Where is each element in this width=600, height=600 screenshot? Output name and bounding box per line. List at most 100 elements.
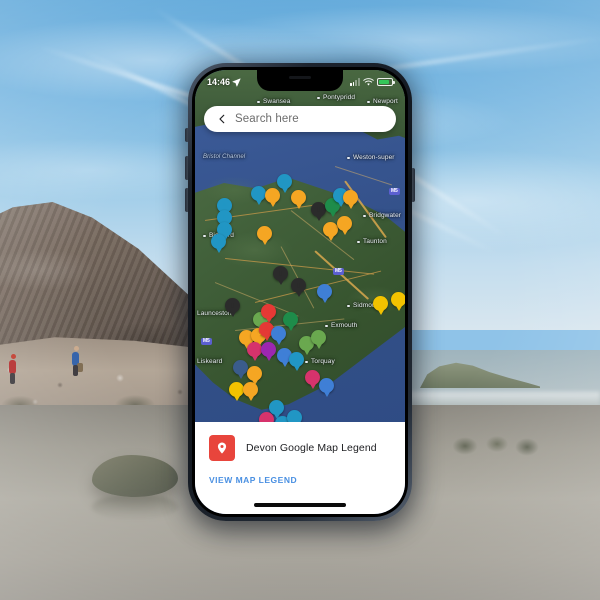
phone-device: M5 M5 M5 Swansea Pontypridd Newport Bristol C… <box>188 63 412 521</box>
map-pin-glyph: ● <box>222 214 227 221</box>
map-pin-glyph: ★ <box>247 386 254 393</box>
map-pin-viewpoint-icon[interactable]: ★ <box>373 296 388 311</box>
map-pin-info-icon[interactable]: i <box>271 326 286 341</box>
map-pin-glyph: ★ <box>261 230 268 237</box>
place-card: Devon Google Map Legend VIEW MAP LEGEND <box>195 422 405 514</box>
status-right <box>349 77 395 87</box>
map-pin-parking-icon[interactable]: P <box>261 342 276 357</box>
battery-charging-icon <box>377 78 395 86</box>
map-label: Taunton <box>357 238 387 245</box>
map-pin-glyph: ✂ <box>309 374 316 381</box>
map-pin-glyph: ★ <box>327 226 334 233</box>
home-indicator[interactable] <box>254 503 346 507</box>
map-pin-glyph: ✂ <box>251 346 258 353</box>
map-pin-shop-icon[interactable]: ⚑ <box>311 330 326 345</box>
map-pin-museum-icon[interactable]: ▮ <box>225 298 240 313</box>
map-label: Bristol Channel <box>203 154 246 160</box>
map-pin-glyph: P <box>266 346 271 353</box>
map-pin-viewpoint-icon[interactable]: ★ <box>391 292 405 307</box>
map-pin-food-icon[interactable]: ✂ <box>247 342 262 357</box>
earpiece-speaker <box>289 76 311 79</box>
map-pin-beach-icon[interactable]: ● <box>317 284 332 299</box>
map-pin-glyph: ⚑ <box>303 340 310 347</box>
map-pin-glyph: ★ <box>269 192 276 199</box>
map-pin-glyph: ★ <box>243 334 250 341</box>
map-pin-beach-icon[interactable]: ● <box>319 378 334 393</box>
map-pin-glyph: ▮ <box>278 270 283 277</box>
map-pin-museum-icon[interactable]: ▮ <box>233 360 248 375</box>
map-pin-museum-icon[interactable]: ▮ <box>291 278 306 293</box>
map-pin-star-icon[interactable]: ★ <box>265 188 280 203</box>
map-pin-glyph: ⚑ <box>287 316 294 323</box>
map-pin-viewpoint-icon[interactable]: Y <box>229 382 244 397</box>
map-pin-glyph: ● <box>292 414 297 421</box>
status-left: 14:46 <box>207 77 241 87</box>
motorway-shield: M5 <box>389 188 400 195</box>
map-pin-surf-icon[interactable]: ⌀ <box>211 234 226 249</box>
view-map-legend-link[interactable]: VIEW MAP LEGEND <box>209 475 405 485</box>
map-pin-glyph: Y <box>234 386 239 393</box>
map-pin-glyph: i <box>277 330 280 337</box>
map-pin-glyph: ★ <box>347 194 354 201</box>
rock-row <box>445 432 555 458</box>
boulder-reflection <box>92 494 178 520</box>
map-label: Newport <box>367 98 398 105</box>
map-pin-walk-icon[interactable]: ⚑ <box>283 312 298 327</box>
map-label: Torquay <box>305 358 335 365</box>
map-label: Exmouth <box>324 322 358 329</box>
search-input[interactable]: Search here <box>235 113 299 125</box>
place-card-title: Devon Google Map Legend <box>246 442 377 454</box>
map-label: Bridgwater <box>362 212 402 219</box>
map-pin-glyph: ⌀ <box>216 238 221 245</box>
map-pin-glyph: ● <box>322 288 327 295</box>
map-pin-star-icon[interactable]: ★ <box>323 222 338 237</box>
map-pin-glyph: ▮ <box>316 206 321 213</box>
map-pin-glyph: ⚠ <box>265 308 272 315</box>
map-pin-glyph: ⛱ <box>220 226 229 233</box>
map-label: Pontypridd <box>316 94 356 101</box>
map-label: Swansea <box>256 98 291 105</box>
notch <box>257 70 343 91</box>
back-chevron-icon[interactable] <box>216 113 228 125</box>
cellular-signal-icon <box>349 78 360 86</box>
map-label: Liskeard <box>197 358 223 365</box>
map-pin-glyph: ⚑ <box>329 202 336 209</box>
map-pin-star-icon[interactable]: ★ <box>257 226 272 241</box>
map-pin-glyph: ⚠ <box>263 326 270 333</box>
map-pin-glyph: ▮ <box>230 302 235 309</box>
status-time: 14:46 <box>207 77 231 87</box>
map-label: Weston-super <box>347 154 395 161</box>
motorway-shield: M5 <box>333 268 344 275</box>
map-pin-star-icon[interactable]: ★ <box>243 382 258 397</box>
map-pin-glyph: ★ <box>295 194 302 201</box>
map-pin-glyph: ● <box>282 352 287 359</box>
map-pin-glyph: ● <box>256 190 261 197</box>
map-pin-glyph: ≈ <box>222 202 227 209</box>
map-label: Launceston <box>197 310 232 317</box>
motorway-shield: M5 <box>201 338 212 345</box>
map-pin-glyph: ★ <box>395 296 402 303</box>
map-pin-food-icon[interactable]: ✂ <box>305 370 320 385</box>
map-pin-glyph: ★ <box>341 220 348 227</box>
phone-screen: M5 M5 M5 Swansea Pontypridd Newport Bristol C… <box>195 70 405 514</box>
map-pin-glyph: ● <box>338 192 343 199</box>
map-pin-museum-icon[interactable]: ▮ <box>311 202 326 217</box>
map-pin-icon <box>209 435 235 461</box>
map-pin-star-icon[interactable]: ★ <box>291 190 306 205</box>
map-pin-glyph: ▮ <box>296 282 301 289</box>
map-pin-beach-icon[interactable]: ≈ <box>289 352 304 367</box>
map-pin-star-icon[interactable]: ★ <box>337 216 352 231</box>
map-pin-glyph: ⚑ <box>257 316 264 323</box>
map-pin-star-icon[interactable]: ★ <box>247 366 262 381</box>
wifi-icon <box>363 77 374 85</box>
map-pin-museum-icon[interactable]: ▮ <box>273 266 288 281</box>
map-pin-beach-icon[interactable]: ● <box>251 186 266 201</box>
map-pin-star-icon[interactable]: ★ <box>343 190 358 205</box>
location-arrow-icon <box>232 77 241 87</box>
map-pin-glyph: ● <box>274 404 279 411</box>
search-bar[interactable]: Search here <box>204 106 396 132</box>
map-pin-glyph: ★ <box>377 300 384 307</box>
map-pin-beach-icon[interactable]: ● <box>277 174 292 189</box>
map-pin-glyph: ★ <box>251 370 258 377</box>
phone-bezel: M5 M5 M5 Swansea Pontypridd Newport Bristol C… <box>192 67 408 517</box>
